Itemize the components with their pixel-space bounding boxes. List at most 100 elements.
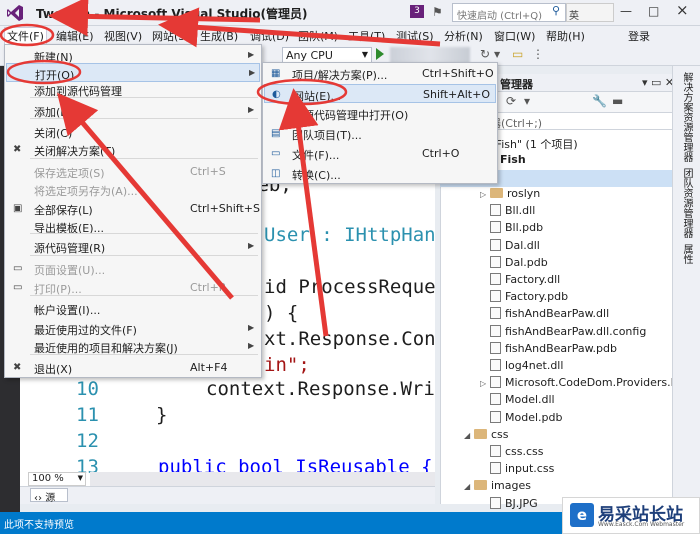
open-submenu-item[interactable]: 在源代码管理中打开(O) — [264, 104, 496, 123]
file-menu-item[interactable]: ▭ 页面设置(U)... — [6, 259, 260, 278]
tree-item-label: fishAndBearPaw.pdb — [505, 341, 617, 355]
open-submenu-item[interactable]: ▤ 团队项目(T)... — [264, 124, 496, 143]
start-debug-icon[interactable] — [376, 48, 384, 60]
tree-file[interactable]: Dal.pdb — [480, 255, 548, 273]
tab-team-explorer[interactable]: 团队资源管理器 — [678, 168, 694, 238]
notification-badge[interactable]: 3 — [410, 5, 424, 18]
tree-item-label: Dal.dll — [505, 238, 540, 252]
horizontal-scrollbar[interactable] — [90, 472, 435, 486]
preview-icon[interactable]: ▬ — [612, 94, 623, 108]
menu-team[interactable]: 团队(M) — [298, 28, 338, 44]
menu-analyze[interactable]: 分析(N) — [444, 28, 483, 44]
expand-arrow-icon[interactable]: ◢ — [464, 431, 472, 440]
code-fragment-method: id ProcessReque — [264, 276, 435, 298]
menu-item-label: 帐户设置(I)... — [34, 304, 101, 317]
tree-file[interactable]: fishAndBearPaw.dll.config — [480, 324, 646, 342]
tree-folder[interactable]: ◢ images — [464, 479, 531, 496]
file-menu-item[interactable]: 源代码管理(R) ▶ — [6, 237, 260, 256]
menu-website[interactable]: 网站(S) — [152, 28, 190, 44]
file-icon — [490, 255, 501, 268]
tree-folder[interactable]: ▷ roslyn — [480, 187, 540, 204]
menu-item-label: 团队项目(T)... — [292, 129, 362, 142]
tree-file[interactable]: log4net.dll — [480, 359, 563, 376]
menu-item-shortcut: Ctrl+Shift+O — [422, 67, 494, 80]
menu-file[interactable]: 文件(F) — [4, 27, 47, 45]
tree-item-label: Dal.pdb — [505, 255, 548, 269]
line-number: 11 — [76, 404, 99, 426]
menu-tools[interactable]: 工具(T) — [348, 28, 385, 44]
open-submenu-item[interactable]: ▦ 项目/解决方案(P)... Ctrl+Shift+O — [264, 64, 496, 83]
chevron-down-icon[interactable]: ▼ — [494, 50, 500, 59]
file-menu-item[interactable]: ✖ 关闭解决方案(T) — [6, 140, 260, 159]
menu-separator — [30, 118, 258, 119]
tree-file[interactable]: Bll.pdb — [480, 221, 543, 238]
expand-arrow-icon[interactable]: ▷ — [480, 379, 488, 388]
menu-test[interactable]: 测试(S) — [396, 28, 434, 44]
file-menu-item[interactable]: ▣ 全部保存(L) Ctrl+Shift+S — [6, 199, 260, 218]
tree-item-label: fishAndBearPaw.dll — [505, 307, 610, 321]
tree-item-label: css — [491, 427, 509, 441]
open-submenu-item[interactable]: ▭ 文件(F)... Ctrl+O — [264, 144, 496, 163]
file-menu-item[interactable]: 保存选定项(S) Ctrl+S — [6, 162, 260, 181]
tree-file[interactable]: Factory.pdb — [480, 290, 568, 307]
expand-arrow-icon[interactable]: ◢ — [464, 482, 472, 491]
close-button[interactable]: × — [676, 1, 689, 19]
expand-arrow-icon[interactable]: ▷ — [480, 190, 488, 199]
tree-file[interactable]: Bll.dll — [480, 204, 535, 221]
visual-studio-logo-icon — [7, 5, 23, 21]
file-icon — [490, 238, 501, 251]
feedback-flag-icon[interactable]: ⚑ — [432, 5, 443, 19]
login-link[interactable]: 登录 — [628, 28, 650, 44]
collapse-icon[interactable]: ▾ — [524, 94, 530, 108]
menu-item-shortcut: Ctrl+P — [190, 281, 226, 294]
chevron-right-icon: ▶ — [248, 323, 255, 332]
quick-launch-input[interactable]: 快速启动 (Ctrl+Q) — [452, 3, 566, 22]
open-submenu-item[interactable]: ◐ 网站(E)... Shift+Alt+O — [264, 84, 496, 103]
file-icon — [490, 393, 501, 406]
tree-file[interactable]: Dal.dll — [480, 238, 540, 256]
file-menu-item[interactable]: 将选定项另存为(A)... — [6, 180, 260, 199]
tree-folder[interactable]: ◢ css — [464, 428, 509, 445]
tree-file[interactable]: Factory.dll — [480, 273, 560, 290]
menu-item-icon: ✖ — [13, 362, 22, 373]
minimize-button[interactable]: — — [620, 4, 632, 18]
toolbar-options-icon[interactable]: ⋮ — [532, 47, 544, 61]
file-menu-item[interactable]: 关闭(C) — [6, 122, 260, 141]
tree-item-label: Factory.pdb — [505, 290, 569, 304]
file-icon — [490, 273, 501, 285]
tab-solution-explorer[interactable]: 解决方案资源管理器 — [678, 72, 694, 162]
menu-edit[interactable]: 编辑(E) — [56, 28, 94, 44]
maximize-button[interactable]: □ — [648, 4, 659, 18]
zoom-select[interactable]: 100 % ▼ — [28, 472, 86, 486]
properties-wrench-icon[interactable]: 🔧 — [592, 94, 607, 108]
menu-separator — [30, 97, 258, 98]
menu-help[interactable]: 帮助(H) — [546, 28, 585, 44]
file-menu-item[interactable]: 最近使用过的文件(F) ▶ — [6, 319, 260, 338]
tree-file[interactable]: fishAndBearPaw.dll — [480, 307, 609, 324]
source-view-tab[interactable]: ‹› 源 — [30, 488, 68, 504]
sync-icon[interactable]: ⟳ — [506, 94, 516, 108]
code-fragment-interface: User : IHttpHan — [264, 224, 435, 246]
tab-properties[interactable]: 属性 — [678, 244, 694, 264]
tree-file[interactable]: css.css — [480, 445, 544, 462]
tree-file[interactable]: ▷ Microsoft.CodeDom.Providers.Do — [480, 376, 686, 393]
search-icon[interactable]: ⚲ — [552, 4, 560, 17]
ime-mode-label[interactable]: 英 — [569, 11, 579, 22]
tree-file[interactable]: input.css — [480, 462, 554, 479]
menu-debug[interactable]: 调试(D) — [250, 28, 289, 44]
menu-view[interactable]: 视图(V) — [104, 28, 142, 44]
folder-icon[interactable]: ▭ — [512, 47, 523, 61]
menu-window[interactable]: 窗口(W) — [494, 28, 535, 44]
tree-project-node[interactable]: Fish — [500, 153, 526, 170]
ime-toolbar[interactable]: 英 — [566, 3, 614, 22]
tree-file[interactable]: Model.dll — [480, 393, 555, 410]
tree-file[interactable]: fishAndBearPaw.pdb — [480, 341, 617, 359]
menu-item-shortcut: Alt+F4 — [190, 361, 228, 374]
pin-icon[interactable]: ▾ ▭ ✕ — [642, 76, 674, 89]
file-menu-item[interactable]: ✖ 退出(X) Alt+F4 — [6, 358, 260, 377]
open-submenu-item[interactable]: ◫ 转换(C)... — [264, 164, 496, 183]
file-menu-item[interactable]: 帐户设置(I)... — [6, 299, 260, 318]
tree-file[interactable]: Model.pdb — [480, 410, 562, 428]
menu-build[interactable]: 生成(B) — [200, 28, 238, 44]
refresh-icon[interactable]: ↻ — [480, 47, 490, 61]
